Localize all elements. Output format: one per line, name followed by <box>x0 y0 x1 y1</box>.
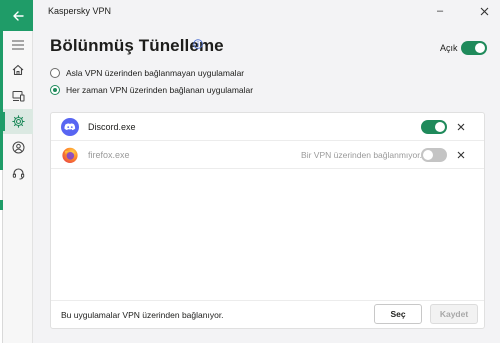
toggle-knob <box>475 43 485 53</box>
close-icon <box>457 123 465 131</box>
home-icon <box>12 64 24 75</box>
app-name: Discord.exe <box>88 121 136 132</box>
sidebar-item-home[interactable] <box>3 57 33 82</box>
toggle-knob <box>423 150 433 160</box>
menu-icon <box>12 39 24 50</box>
close-icon <box>480 7 488 15</box>
footer-text: Bu uygulamalar VPN üzerinden bağlanıyor. <box>61 309 224 320</box>
remove-app-button[interactable] <box>455 121 467 133</box>
app-row: firefox.exe Bir VPN üzerinden bağlanmıyo… <box>51 141 484 169</box>
firefox-icon <box>62 147 78 163</box>
profile-icon <box>12 141 24 154</box>
app-title: Kaspersky VPN <box>48 6 112 16</box>
remove-app-button[interactable] <box>455 149 467 161</box>
option-always-vpn-label: Her zaman VPN üzerinden bağlanan uygulam… <box>66 85 254 95</box>
sidebar-item-devices[interactable] <box>3 83 33 108</box>
menu-button[interactable] <box>3 32 33 57</box>
toggle-knob <box>435 122 445 132</box>
app-row: Discord.exe <box>51 113 484 141</box>
sidebar <box>3 0 33 343</box>
info-icon[interactable] <box>193 39 203 49</box>
back-button[interactable] <box>3 0 33 31</box>
devices-icon <box>12 90 24 101</box>
panel-footer: Bu uygulamalar VPN üzerinden bağlanıyor.… <box>51 300 484 328</box>
close-icon <box>457 151 465 159</box>
app-status: Bir VPN üzerinden bağlanmıyor. <box>301 149 422 160</box>
minimize-icon: – <box>436 5 444 17</box>
discord-icon <box>61 117 79 136</box>
option-always-vpn[interactable]: Her zaman VPN üzerinden bağlanan uygulam… <box>50 85 253 95</box>
sidebar-item-profile[interactable] <box>3 135 33 160</box>
radio-never-vpn[interactable] <box>50 68 60 78</box>
app-list-panel: Discord.exe firefox.exe Bir VPN üzerinde <box>50 112 485 329</box>
minimize-button[interactable]: – <box>430 2 450 20</box>
option-never-vpn[interactable]: Asla VPN üzerinden bağlanmayan uygulamal… <box>50 68 244 78</box>
sidebar-item-settings[interactable] <box>3 109 33 134</box>
master-toggle-label: Açık <box>440 43 458 53</box>
close-window-button[interactable] <box>474 2 494 20</box>
split-tunneling-toggle[interactable] <box>461 41 487 55</box>
support-icon <box>12 168 24 180</box>
settings-icon <box>11 115 25 128</box>
back-arrow-icon <box>13 10 24 21</box>
app-name: firefox.exe <box>88 149 130 160</box>
select-button[interactable]: Seç <box>374 304 422 324</box>
app-toggle-firefox[interactable] <box>421 148 447 162</box>
sidebar-item-support[interactable] <box>3 161 33 186</box>
option-never-vpn-label: Asla VPN üzerinden bağlanmayan uygulamal… <box>66 68 245 78</box>
app-toggle-discord[interactable] <box>421 120 447 134</box>
radio-always-vpn[interactable] <box>50 85 60 95</box>
save-button[interactable]: Kaydet <box>430 304 478 324</box>
